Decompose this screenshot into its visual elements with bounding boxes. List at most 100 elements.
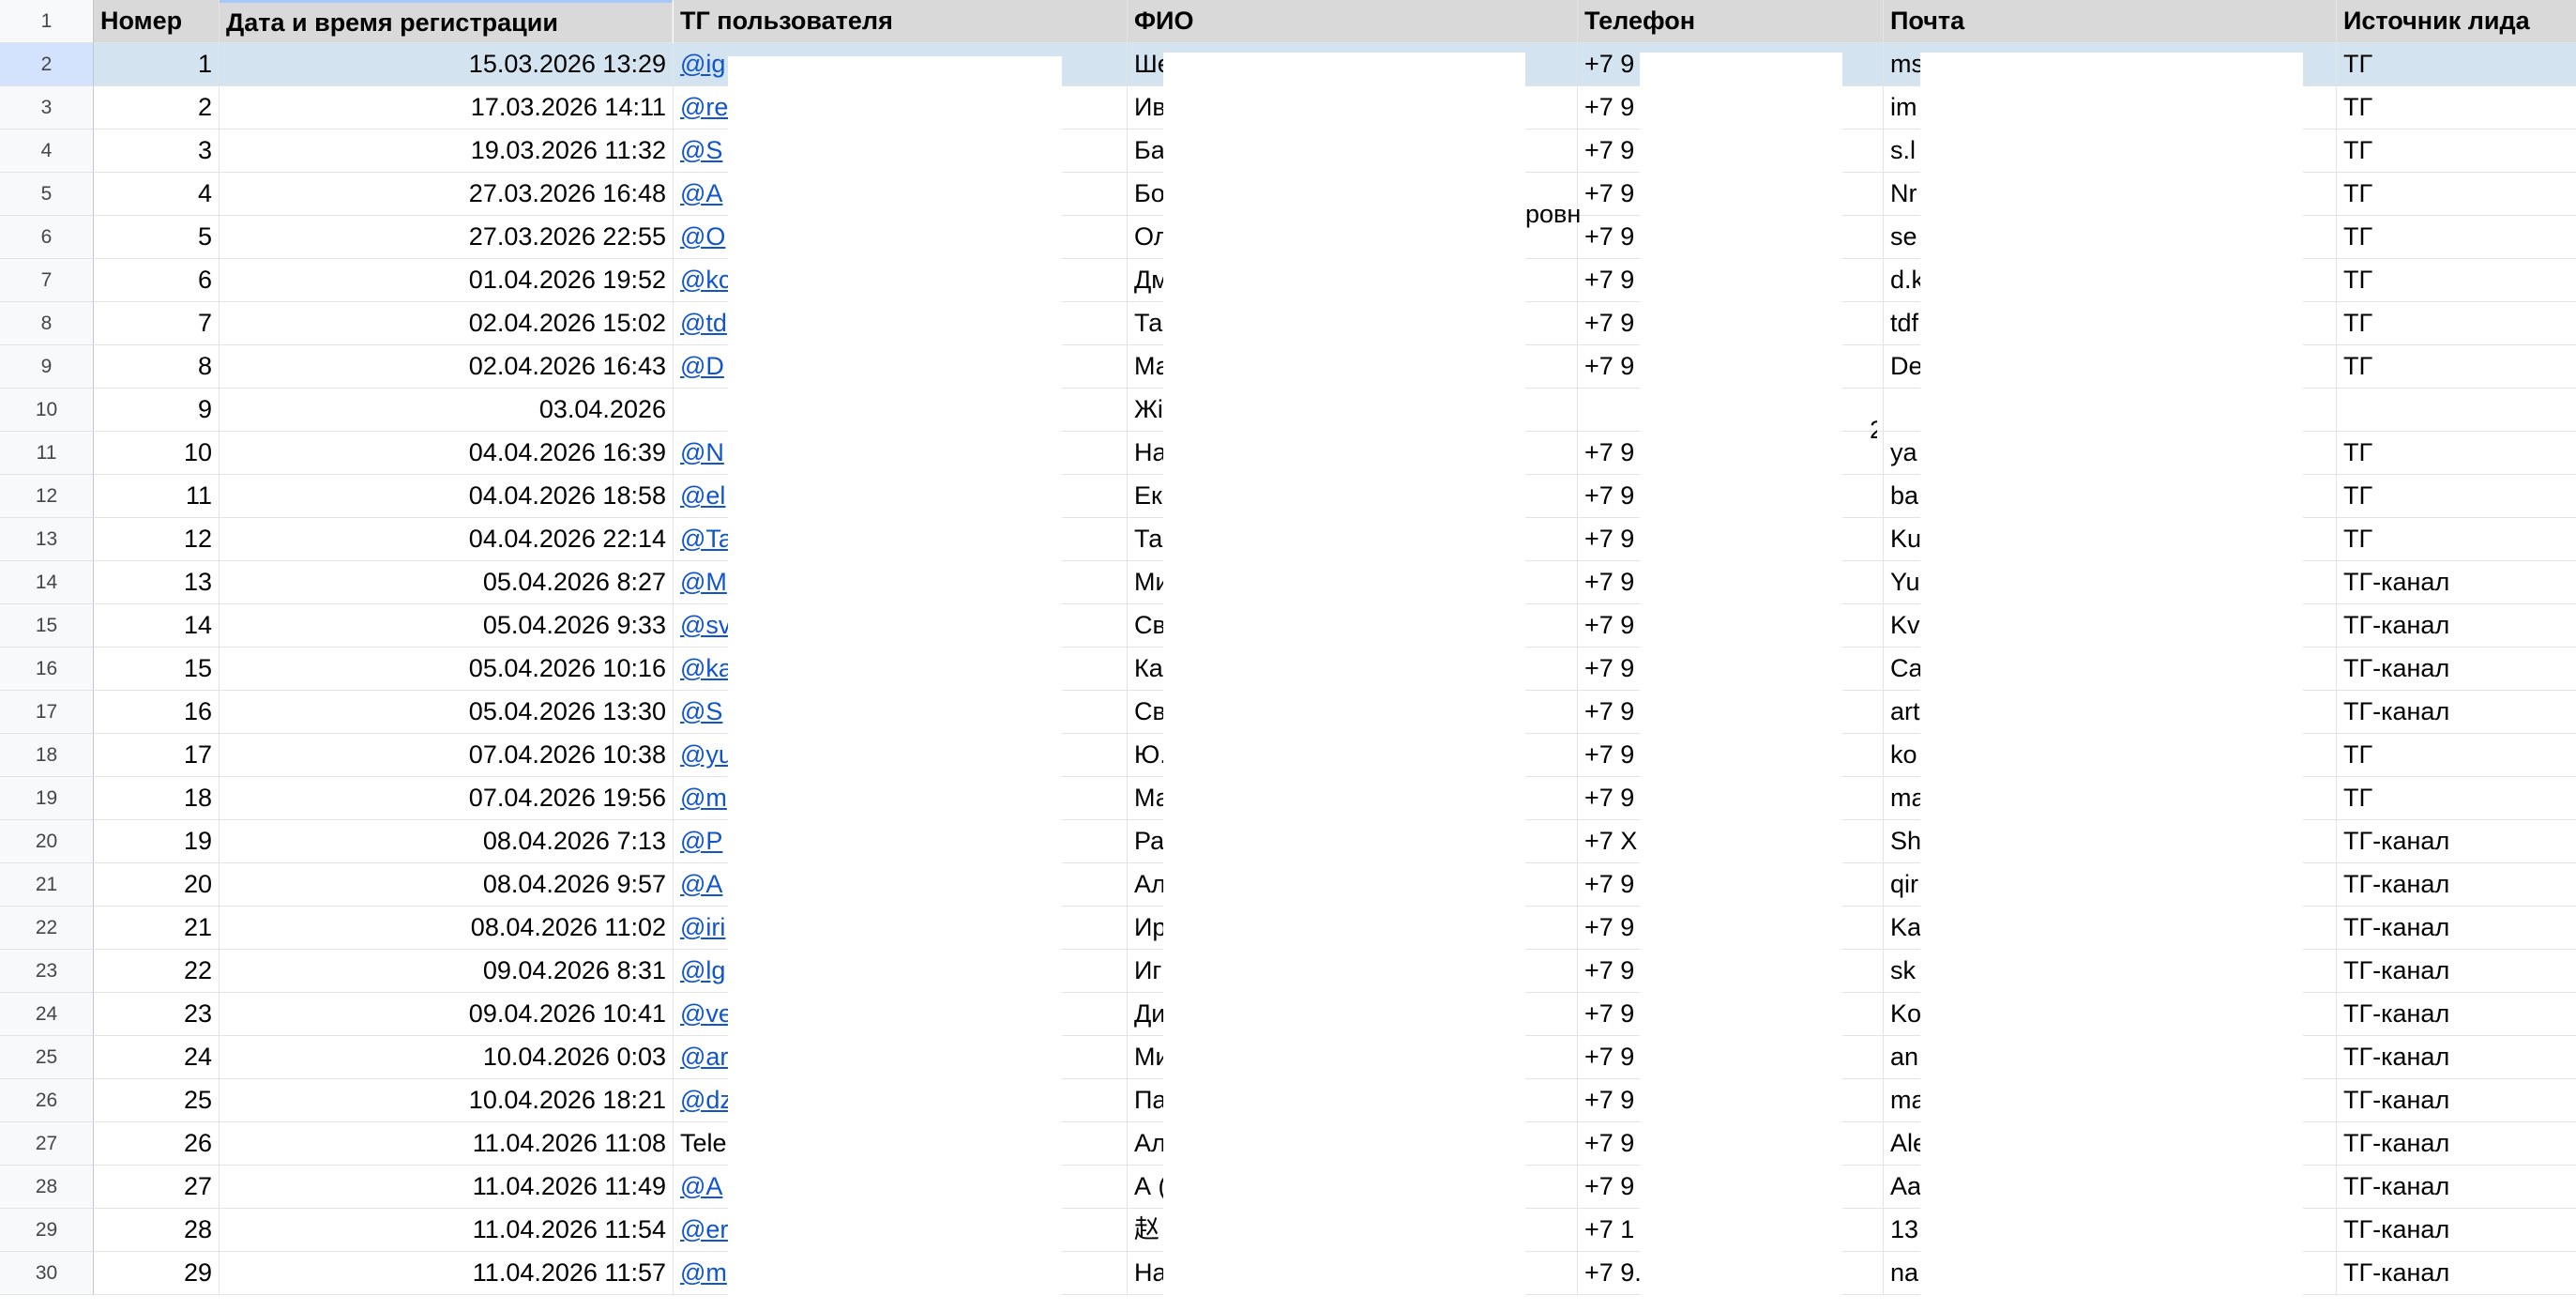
- header-cell-datetime[interactable]: Дата и время регистрации: [220, 0, 673, 43]
- row-number-header[interactable]: 19: [0, 777, 94, 820]
- row-number-header[interactable]: 15: [0, 604, 94, 648]
- row-number-header[interactable]: 10: [0, 389, 94, 432]
- cell-number[interactable]: 16: [94, 691, 220, 734]
- header-cell-fio[interactable]: ФИО: [1128, 0, 1578, 43]
- cell-lead-source[interactable]: ТГ-канал: [2337, 1122, 2576, 1166]
- cell-lead-source[interactable]: ТГ-канал: [2337, 863, 2576, 907]
- cell-lead-source[interactable]: ТГ: [2337, 475, 2576, 518]
- row-number-header[interactable]: 29: [0, 1209, 94, 1252]
- cell-number[interactable]: 19: [94, 820, 220, 863]
- cell-number[interactable]: 11: [94, 475, 220, 518]
- cell-number[interactable]: 25: [94, 1079, 220, 1122]
- cell-lead-source[interactable]: ТГ-канал: [2337, 604, 2576, 648]
- row-number-header[interactable]: 21: [0, 863, 94, 907]
- cell-number[interactable]: 9: [94, 389, 220, 432]
- cell-number[interactable]: 12: [94, 518, 220, 561]
- cell-number[interactable]: 26: [94, 1122, 220, 1166]
- cell-number[interactable]: 21: [94, 907, 220, 950]
- cell-number[interactable]: 7: [94, 302, 220, 345]
- cell-number[interactable]: 18: [94, 777, 220, 820]
- cell-lead-source[interactable]: ТГ: [2337, 130, 2576, 173]
- cell-datetime[interactable]: 09.04.2026 8:31: [220, 950, 674, 993]
- cell-lead-source[interactable]: ТГ-канал: [2337, 907, 2576, 950]
- row-number-header[interactable]: 20: [0, 820, 94, 863]
- row-number-header[interactable]: 4: [0, 130, 94, 173]
- row-number-header[interactable]: 17: [0, 691, 94, 734]
- cell-number[interactable]: 3: [94, 130, 220, 173]
- cell-number[interactable]: 28: [94, 1209, 220, 1252]
- row-number-header[interactable]: 5: [0, 173, 94, 216]
- row-number-header[interactable]: 27: [0, 1122, 94, 1166]
- cell-datetime[interactable]: 08.04.2026 9:57: [220, 863, 674, 907]
- cell-datetime[interactable]: 04.04.2026 22:14: [220, 518, 674, 561]
- cell-datetime[interactable]: 08.04.2026 7:13: [220, 820, 674, 863]
- cell-datetime[interactable]: 11.04.2026 11:49: [220, 1166, 674, 1209]
- row-number-header[interactable]: 30: [0, 1252, 94, 1295]
- row-number-header[interactable]: 28: [0, 1166, 94, 1209]
- cell-number[interactable]: 6: [94, 259, 220, 302]
- row-number-header[interactable]: 2: [0, 43, 94, 86]
- cell-datetime[interactable]: 10.04.2026 0:03: [220, 1036, 674, 1079]
- header-cell-email[interactable]: Почта: [1884, 0, 2337, 43]
- cell-number[interactable]: 23: [94, 993, 220, 1036]
- cell-number[interactable]: 24: [94, 1036, 220, 1079]
- cell-lead-source[interactable]: ТГ: [2337, 43, 2576, 86]
- row-number-header[interactable]: 12: [0, 475, 94, 518]
- cell-lead-source[interactable]: ТГ: [2337, 432, 2576, 475]
- cell-datetime[interactable]: 27.03.2026 22:55: [220, 216, 674, 259]
- cell-lead-source[interactable]: ТГ-канал: [2337, 820, 2576, 863]
- cell-number[interactable]: 13: [94, 561, 220, 604]
- cell-lead-source[interactable]: [2337, 389, 2576, 432]
- cell-lead-source[interactable]: ТГ-канал: [2337, 1036, 2576, 1079]
- cell-number[interactable]: 8: [94, 345, 220, 389]
- cell-datetime[interactable]: 09.04.2026 10:41: [220, 993, 674, 1036]
- row-number-header[interactable]: 14: [0, 561, 94, 604]
- cell-datetime[interactable]: 27.03.2026 16:48: [220, 173, 674, 216]
- cell-lead-source[interactable]: ТГ: [2337, 734, 2576, 777]
- cell-datetime[interactable]: 11.04.2026 11:08: [220, 1122, 674, 1166]
- cell-number[interactable]: 2: [94, 86, 220, 130]
- cell-datetime[interactable]: 05.04.2026 13:30: [220, 691, 674, 734]
- cell-datetime[interactable]: 17.03.2026 14:11: [220, 86, 674, 130]
- cell-datetime[interactable]: 04.04.2026 16:39: [220, 432, 674, 475]
- row-number-header[interactable]: 9: [0, 345, 94, 389]
- cell-lead-source[interactable]: ТГ: [2337, 173, 2576, 216]
- cell-lead-source[interactable]: ТГ-канал: [2337, 1166, 2576, 1209]
- cell-datetime[interactable]: 07.04.2026 19:56: [220, 777, 674, 820]
- header-cell-tg-user[interactable]: ТГ пользователя: [674, 0, 1128, 43]
- cell-lead-source[interactable]: ТГ: [2337, 216, 2576, 259]
- cell-lead-source[interactable]: ТГ: [2337, 302, 2576, 345]
- cell-lead-source[interactable]: ТГ-канал: [2337, 1252, 2576, 1295]
- cell-lead-source[interactable]: ТГ-канал: [2337, 648, 2576, 691]
- cell-lead-source[interactable]: ТГ: [2337, 345, 2576, 389]
- cell-number[interactable]: 5: [94, 216, 220, 259]
- row-number-header[interactable]: 24: [0, 993, 94, 1036]
- cell-lead-source[interactable]: ТГ: [2337, 518, 2576, 561]
- row-number-header[interactable]: 25: [0, 1036, 94, 1079]
- row-number-header[interactable]: 3: [0, 86, 94, 130]
- cell-number[interactable]: 17: [94, 734, 220, 777]
- cell-datetime[interactable]: 01.04.2026 19:52: [220, 259, 674, 302]
- cell-lead-source[interactable]: ТГ-канал: [2337, 1209, 2576, 1252]
- spreadsheet-grid[interactable]: 1 Номер Дата и время регистрации ТГ поль…: [0, 0, 2576, 1311]
- cell-datetime[interactable]: 10.04.2026 18:21: [220, 1079, 674, 1122]
- cell-datetime[interactable]: 05.04.2026 10:16: [220, 648, 674, 691]
- header-cell-phone[interactable]: Телефон: [1578, 0, 1884, 43]
- cell-number[interactable]: 20: [94, 863, 220, 907]
- cell-datetime[interactable]: 11.04.2026 11:57: [220, 1252, 674, 1295]
- row-number-header[interactable]: 13: [0, 518, 94, 561]
- header-cell-number[interactable]: Номер: [94, 0, 220, 43]
- row-number-header[interactable]: 23: [0, 950, 94, 993]
- cell-lead-source[interactable]: ТГ-канал: [2337, 950, 2576, 993]
- cell-datetime[interactable]: 19.03.2026 11:32: [220, 130, 674, 173]
- cell-datetime[interactable]: 05.04.2026 9:33: [220, 604, 674, 648]
- cell-lead-source[interactable]: ТГ-канал: [2337, 691, 2576, 734]
- cell-number[interactable]: 15: [94, 648, 220, 691]
- cell-datetime[interactable]: 07.04.2026 10:38: [220, 734, 674, 777]
- row-number-header[interactable]: 8: [0, 302, 94, 345]
- cell-datetime[interactable]: 04.04.2026 18:58: [220, 475, 674, 518]
- cell-datetime[interactable]: 02.04.2026 16:43: [220, 345, 674, 389]
- row-number-header[interactable]: 6: [0, 216, 94, 259]
- cell-lead-source[interactable]: ТГ: [2337, 86, 2576, 130]
- header-cell-lead-source[interactable]: Источник лида: [2337, 0, 2576, 43]
